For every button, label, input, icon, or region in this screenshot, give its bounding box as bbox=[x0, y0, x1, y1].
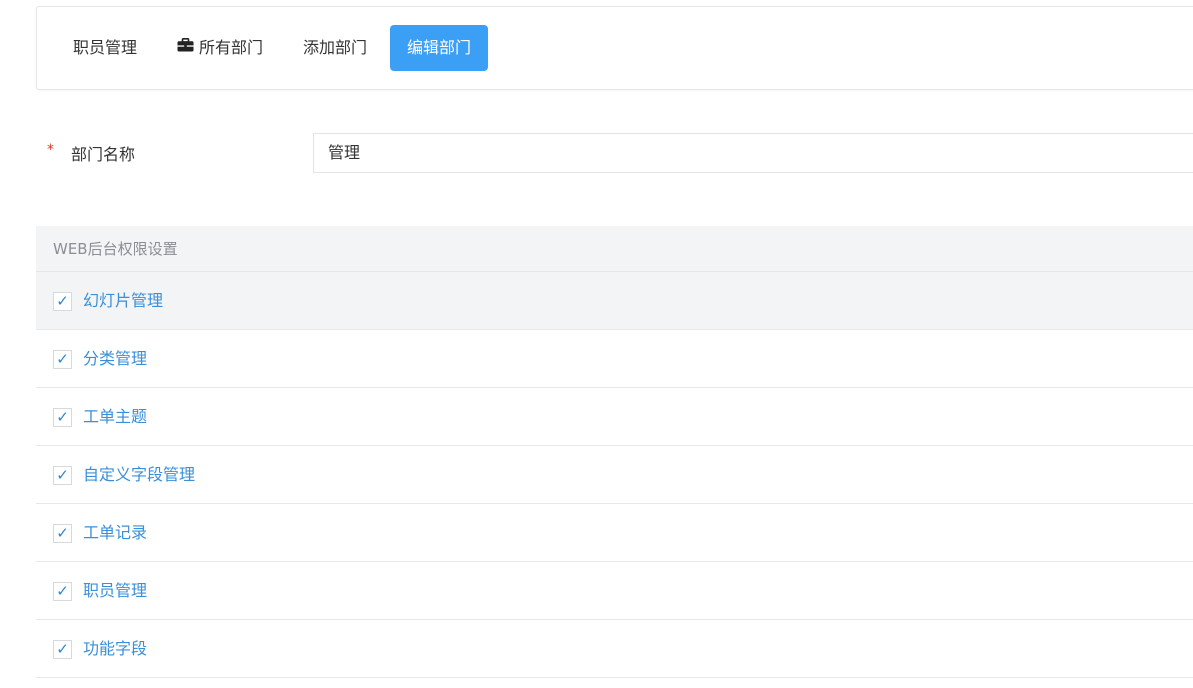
department-name-label: 部门名称 bbox=[71, 145, 136, 164]
permission-row: ✓ 工单记录 bbox=[36, 504, 1193, 562]
permission-checkbox[interactable]: ✓ bbox=[53, 524, 72, 543]
permission-label[interactable]: 职员管理 bbox=[83, 580, 147, 602]
required-mark: * bbox=[47, 142, 54, 158]
permission-checkbox[interactable]: ✓ bbox=[53, 582, 72, 601]
permission-row: ✓ 工单主题 bbox=[36, 388, 1193, 446]
tab-all-departments[interactable]: 所有部门 bbox=[177, 25, 263, 71]
tab-bar: 职员管理 所有部门 添加部门 编辑部门 bbox=[36, 6, 1193, 90]
permission-row: ✓ 自定义字段管理 bbox=[36, 446, 1193, 504]
permission-label[interactable]: 自定义字段管理 bbox=[83, 464, 195, 486]
permissions-header: WEB后台权限设置 bbox=[36, 226, 1193, 272]
tab-label: 编辑部门 bbox=[407, 38, 472, 57]
tab-label: 职员管理 bbox=[73, 38, 138, 57]
permission-checkbox[interactable]: ✓ bbox=[53, 640, 72, 659]
tab-add-department[interactable]: 添加部门 bbox=[303, 25, 367, 71]
permission-label[interactable]: 工单记录 bbox=[83, 522, 147, 544]
department-name-input[interactable]: 管理 bbox=[313, 133, 1193, 173]
permission-row: ✓ 功能字段 bbox=[36, 620, 1193, 678]
permission-checkbox[interactable]: ✓ bbox=[53, 408, 72, 427]
briefcase-icon bbox=[177, 24, 194, 70]
tab-label: 所有部门 bbox=[199, 38, 264, 57]
tab-edit-department[interactable]: 编辑部门 bbox=[390, 25, 489, 71]
permission-checkbox[interactable]: ✓ bbox=[53, 350, 72, 369]
permission-label[interactable]: 功能字段 bbox=[83, 638, 147, 660]
permission-label[interactable]: 工单主题 bbox=[83, 406, 147, 428]
permission-label[interactable]: 幻灯片管理 bbox=[83, 290, 163, 312]
permission-checkbox[interactable]: ✓ bbox=[53, 466, 72, 485]
permission-checkbox[interactable]: ✓ bbox=[53, 292, 72, 311]
permission-label[interactable]: 分类管理 bbox=[83, 348, 147, 370]
permission-row: ✓ 职员管理 bbox=[36, 562, 1193, 620]
tab-label: 添加部门 bbox=[303, 38, 368, 57]
department-name-row: * 部门名称 管理 bbox=[36, 132, 1193, 174]
tab-staff-management[interactable]: 职员管理 bbox=[73, 25, 137, 71]
permission-row: ✓ 幻灯片管理 bbox=[36, 272, 1193, 330]
permission-row: ✓ 分类管理 bbox=[36, 330, 1193, 388]
permissions-list: ✓ 幻灯片管理 ✓ 分类管理 ✓ 工单主题 ✓ 自定义字段管理 ✓ 工单记录 ✓… bbox=[36, 272, 1193, 678]
